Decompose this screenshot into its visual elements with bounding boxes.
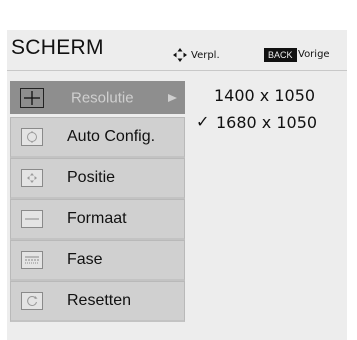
menu-header: SCHERM Verpl. BACK Vorige bbox=[7, 30, 347, 71]
menu-title: SCHERM bbox=[11, 36, 104, 59]
screen-menu-list: Resolutie Auto Config. Positie Formaat F… bbox=[10, 81, 185, 322]
resolution-icon bbox=[20, 87, 44, 108]
back-key-badge: BACK bbox=[264, 48, 297, 62]
auto-config-icon bbox=[21, 128, 43, 146]
menu-item-resolution[interactable]: Resolutie bbox=[10, 81, 185, 114]
checkmark-icon: ✓ bbox=[196, 112, 210, 131]
menu-item-position[interactable]: Positie bbox=[10, 158, 185, 199]
phase-icon bbox=[21, 251, 43, 269]
menu-item-label: Resolutie bbox=[71, 89, 134, 106]
menu-item-auto-config[interactable]: Auto Config. bbox=[10, 117, 185, 158]
osd-screen-menu: SCHERM Verpl. BACK Vorige Resolutie Auto… bbox=[7, 30, 347, 340]
menu-item-label: Auto Config. bbox=[67, 128, 156, 145]
submenu-arrow-icon bbox=[168, 93, 177, 102]
reset-icon bbox=[21, 292, 43, 310]
option-value: 1680 x 1050 bbox=[216, 113, 318, 132]
move-arrows-icon bbox=[173, 47, 187, 62]
option-value: 1400 x 1050 bbox=[214, 86, 316, 105]
menu-item-label: Formaat bbox=[67, 210, 127, 227]
move-hint-label: Verpl. bbox=[191, 50, 220, 61]
menu-item-label: Positie bbox=[67, 169, 116, 186]
menu-item-label: Resetten bbox=[67, 292, 132, 309]
back-hint-label: Vorige bbox=[298, 49, 330, 60]
menu-item-phase[interactable]: Fase bbox=[10, 240, 185, 281]
menu-item-size[interactable]: Formaat bbox=[10, 199, 185, 240]
size-icon bbox=[21, 210, 43, 228]
menu-item-reset[interactable]: Resetten bbox=[10, 281, 185, 322]
menu-item-label: Fase bbox=[67, 251, 103, 268]
position-icon bbox=[21, 169, 43, 187]
